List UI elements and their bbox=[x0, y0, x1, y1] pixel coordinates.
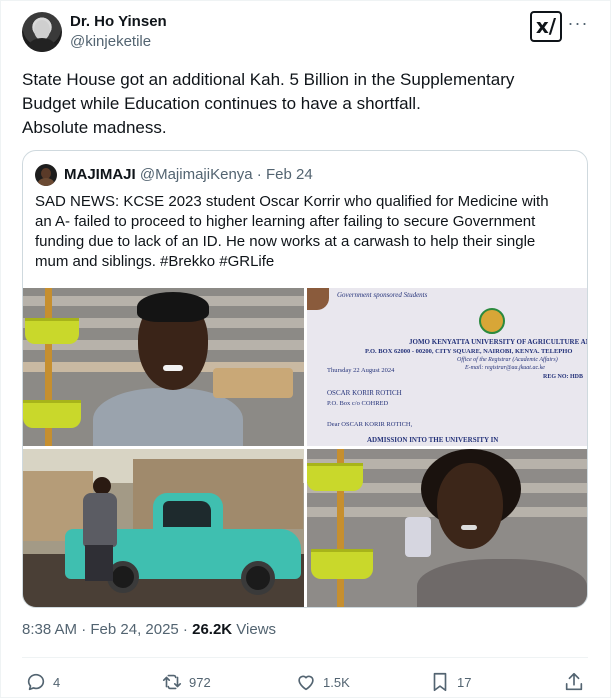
quote-text-line: SAD NEWS: KCSE 2023 student Oscar Korrir… bbox=[35, 193, 549, 210]
views-label: Views bbox=[232, 621, 277, 638]
retweet-count: 972 bbox=[189, 674, 211, 690]
like-button[interactable]: 1.5K bbox=[295, 671, 350, 693]
quote-text-line: an A- failed to proceed to higher learni… bbox=[35, 213, 536, 230]
letter-recipient: OSCAR KORIR ROTICH bbox=[327, 389, 402, 397]
bookmark-count: 17 bbox=[457, 674, 472, 690]
letter-university: JOMO KENYATTA UNIVERSITY OF AGRICULTURE … bbox=[409, 338, 588, 346]
tweet-meta: 8:38 AM · Feb 24, 2025 · 26.2K Views bbox=[22, 621, 276, 638]
quote-author-handle[interactable]: @MajimajiKenya bbox=[140, 166, 253, 183]
worker-body bbox=[83, 493, 117, 547]
letter-office: Office of the Registrar (Academic Affair… bbox=[457, 357, 558, 363]
photo-student-portrait[interactable] bbox=[23, 288, 304, 446]
yellow-basket bbox=[311, 549, 373, 579]
letter-ref: REG NO: HDB bbox=[543, 374, 584, 380]
photo-carwash[interactable] bbox=[23, 449, 304, 607]
divider bbox=[22, 657, 588, 658]
student-smile bbox=[163, 365, 183, 371]
yellow-basket bbox=[307, 463, 363, 491]
share-icon bbox=[565, 672, 583, 691]
quote-text: SAD NEWS: KCSE 2023 student Oscar Korrir… bbox=[35, 192, 580, 272]
quote-text-line: funding due to lack of an ID. He now wor… bbox=[35, 233, 536, 250]
quote-avatar-body bbox=[38, 178, 54, 186]
like-count: 1.5K bbox=[323, 674, 350, 690]
photo-mother[interactable] bbox=[307, 449, 587, 607]
student-hair bbox=[137, 292, 209, 322]
media-grid: Government sponsored Students JOMO KENYA… bbox=[23, 288, 588, 607]
quote-header: MAJIMAJI @MajimajiKenya · Feb 24 bbox=[64, 166, 313, 183]
container bbox=[405, 517, 431, 557]
letter-header: Government sponsored Students bbox=[337, 291, 428, 299]
quote-text-line: mum and siblings. #Brekko #GRLife bbox=[35, 253, 275, 270]
tweet-text: State House got an additional Kah. 5 Bil… bbox=[22, 68, 582, 140]
retweet-button[interactable]: 972 bbox=[161, 671, 211, 693]
letter-box: P.O. Box c/o COHRED bbox=[327, 400, 389, 407]
car-window bbox=[163, 501, 211, 527]
avatar-body bbox=[28, 38, 56, 52]
finger bbox=[307, 288, 329, 310]
avatar-face bbox=[34, 20, 50, 40]
reply-icon bbox=[27, 673, 45, 691]
reply-button[interactable]: 4 bbox=[25, 671, 60, 693]
yellow-basket bbox=[25, 318, 79, 344]
letter-date: Thursday 22 August 2024 bbox=[327, 367, 395, 374]
mother-shirt bbox=[417, 559, 587, 607]
mother-head bbox=[437, 463, 503, 549]
wood-pile bbox=[213, 368, 293, 398]
car-wheel bbox=[241, 561, 275, 595]
letter-email: E-mail: registrar@aa.jkuat.ac.ke bbox=[465, 365, 545, 371]
heart-icon bbox=[298, 675, 314, 691]
reply-count: 4 bbox=[53, 674, 61, 690]
letter-address: P.O. BOX 62000 - 00200, CITY SQUARE, NAI… bbox=[365, 348, 573, 355]
bookmark-icon bbox=[433, 672, 447, 692]
yellow-basket bbox=[23, 400, 81, 428]
quote-date[interactable]: · Feb 24 bbox=[257, 166, 313, 183]
author-avatar[interactable] bbox=[22, 12, 62, 52]
quote-avatar[interactable] bbox=[35, 164, 57, 186]
tweet-text-line: State House got an additional Kah. 5 Bil… bbox=[22, 70, 515, 89]
bookmark-button[interactable]: 17 bbox=[429, 671, 471, 693]
university-seal-icon bbox=[479, 308, 505, 334]
more-icon[interactable]: ··· bbox=[567, 14, 589, 34]
tweet-timestamp[interactable]: 8:38 AM · Feb 24, 2025 · bbox=[22, 621, 192, 638]
photo-admission-letter[interactable]: Government sponsored Students JOMO KENYA… bbox=[307, 288, 588, 446]
tweet-text-line: Absolute madness. bbox=[22, 118, 167, 137]
worker-legs bbox=[85, 545, 113, 581]
letter-subject: ADMISSION INTO THE UNIVERSITY IN bbox=[367, 436, 499, 444]
share-button[interactable] bbox=[563, 671, 585, 693]
grok-icon[interactable]: x/ bbox=[530, 11, 562, 42]
tweet-card: Dr. Ho Yinsen @kinjeketile x/ ··· State … bbox=[0, 0, 611, 698]
quote-author-name[interactable]: MAJIMAJI bbox=[64, 166, 136, 183]
author-name[interactable]: Dr. Ho Yinsen bbox=[70, 13, 167, 30]
letter-salutation: Dear OSCAR KORIR ROTICH, bbox=[327, 421, 413, 428]
author-handle[interactable]: @kinjeketile bbox=[70, 33, 151, 50]
mother-mouth bbox=[461, 525, 477, 530]
tweet-text-line: Budget while Education continues to have… bbox=[22, 94, 421, 113]
quoted-tweet[interactable]: MAJIMAJI @MajimajiKenya · Feb 24 SAD NEW… bbox=[22, 150, 588, 608]
views-count: 26.2K bbox=[192, 621, 233, 638]
retweet-icon bbox=[162, 674, 182, 690]
